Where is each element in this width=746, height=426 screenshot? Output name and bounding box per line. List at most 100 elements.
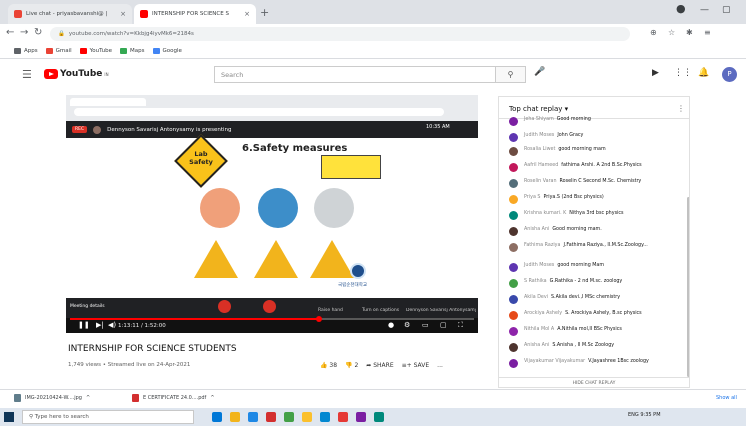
miniplayer-icon[interactable]: ▭	[422, 321, 429, 329]
taskbar-app-icon[interactable]	[302, 412, 312, 422]
chat-avatar[interactable]	[509, 327, 518, 336]
chat-author[interactable]: Judith Moses	[524, 133, 554, 138]
chat-author[interactable]: Fathima Raziya	[524, 243, 560, 248]
chat-author[interactable]: Jeha Shiyam	[524, 117, 554, 122]
create-video-icon[interactable]: ▶	[652, 68, 659, 78]
chat-avatar[interactable]	[509, 311, 518, 320]
chat-avatar[interactable]	[509, 163, 518, 172]
chat-author[interactable]: Aafril Hameed	[524, 163, 558, 168]
dislike-button[interactable]: 👎 2	[345, 362, 358, 369]
chat-avatar[interactable]	[509, 227, 518, 236]
taskbar-search[interactable]: ⚲ Type here to search	[22, 410, 194, 424]
chat-avatar[interactable]	[509, 211, 518, 220]
chat-avatar[interactable]	[509, 263, 518, 272]
bookmark-youtube[interactable]: YouTube	[79, 48, 112, 54]
bookmark-apps[interactable]: Apps	[14, 48, 38, 54]
share-button[interactable]: ➦ SHARE	[366, 362, 393, 369]
chat-avatar[interactable]	[509, 279, 518, 288]
captions-label: Turn on captions	[362, 308, 400, 313]
chevron-up-icon[interactable]: ^	[86, 395, 90, 401]
chat-avatar[interactable]	[509, 195, 518, 204]
menu-icon[interactable]: ☰	[22, 68, 32, 81]
apps-grid-icon[interactable]: ⋮⋮	[674, 68, 692, 78]
forward-icon[interactable]: →	[20, 27, 28, 38]
taskbar-app-icon[interactable]	[338, 412, 348, 422]
minimize-icon[interactable]: —	[700, 5, 709, 15]
tab-live-chat[interactable]: Live chat - priyasbavanshi@ | ×	[8, 4, 132, 24]
chat-author[interactable]: Anisha Ani	[524, 227, 549, 232]
chat-author[interactable]: Rosalia Liwet	[524, 147, 555, 152]
tab-internship[interactable]: INTERNSHIP FOR SCIENCE S ×	[134, 4, 256, 24]
bookmark-maps[interactable]: Maps	[120, 48, 145, 54]
download-item[interactable]: E CERTIFICATE 24.0....pdf ^	[132, 394, 215, 402]
chat-author[interactable]: Roselin Varan	[524, 179, 557, 184]
youtube-icon	[79, 48, 87, 54]
media-icon[interactable]: ≡	[704, 28, 711, 37]
chat-avatar[interactable]	[509, 117, 518, 126]
more-actions-button[interactable]: ...	[437, 362, 443, 369]
taskbar-app-icon[interactable]	[266, 412, 276, 422]
chat-header[interactable]: Top chat replay ▾	[499, 97, 689, 119]
youtube-logo[interactable]: YouTube IN	[44, 69, 109, 79]
settings-icon[interactable]: ⚙	[404, 321, 410, 329]
chat-author[interactable]: Arockiya Ashely	[524, 311, 562, 316]
fullscreen-icon[interactable]: ⛶	[458, 321, 463, 330]
save-button[interactable]: ≡+ SAVE	[402, 362, 430, 369]
chat-author[interactable]: S Rathika	[524, 279, 547, 284]
mic-icon[interactable]: 🎤	[534, 67, 545, 77]
taskbar-app-icon[interactable]	[356, 412, 366, 422]
maximize-icon[interactable]: ▢	[722, 5, 731, 15]
theater-icon[interactable]: ▢	[440, 321, 447, 329]
profile-dot-icon[interactable]: ●	[676, 2, 686, 15]
chat-author[interactable]: Krishna kumari. K	[524, 211, 566, 216]
extensions-icon[interactable]: ✱	[686, 28, 693, 37]
search-input[interactable]: Search	[214, 66, 496, 83]
translate-icon[interactable]: ⊕	[650, 28, 657, 37]
close-tab-icon[interactable]: ×	[120, 10, 126, 18]
chat-author[interactable]: Nithila Mol A	[524, 327, 554, 332]
more-vert-icon[interactable]: ⋮	[677, 104, 685, 113]
like-button[interactable]: 👍 38	[320, 362, 337, 369]
bookmark-google[interactable]: Google	[152, 48, 182, 54]
taskbar-app-icon[interactable]	[212, 412, 222, 422]
chat-avatar[interactable]	[509, 343, 518, 352]
taskbar-app-icon[interactable]	[248, 412, 258, 422]
bell-icon[interactable]: 🔔	[698, 68, 709, 78]
chat-avatar[interactable]	[509, 359, 518, 368]
close-tab-icon[interactable]: ×	[244, 10, 250, 18]
chat-author[interactable]: Anisha Ani	[524, 343, 549, 348]
chat-avatar[interactable]	[509, 243, 518, 252]
bookmark-gmail[interactable]: Gmail	[45, 48, 72, 54]
chat-author[interactable]: Akila Devi	[524, 295, 548, 300]
url-bar[interactable]: 🔒 youtube.com/watch?v=Kkbjg4iyvMk6=2184s	[50, 27, 630, 41]
chat-avatar[interactable]	[509, 147, 518, 156]
download-item[interactable]: IMG-20210424-W....jpg ^	[14, 394, 90, 402]
back-icon[interactable]: ←	[6, 27, 14, 38]
warning-hand-icon	[254, 240, 298, 278]
avatar[interactable]: P	[722, 67, 737, 82]
hide-chat-button[interactable]: HIDE CHAT REPLAY	[499, 377, 689, 387]
windows-start-icon[interactable]	[4, 412, 14, 422]
show-all-button[interactable]: Show all	[716, 395, 737, 401]
taskbar-app-icon[interactable]	[230, 412, 240, 422]
chat-author[interactable]: Vijayakumar Vijayakumar	[524, 359, 585, 364]
star-icon[interactable]: ☆	[668, 28, 675, 37]
volume-icon[interactable]: ◀)	[108, 321, 116, 329]
new-tab-button[interactable]: +	[260, 6, 269, 19]
search-button[interactable]: ⚲	[496, 66, 526, 83]
chevron-up-icon[interactable]: ^	[210, 395, 214, 401]
chat-avatar[interactable]	[509, 133, 518, 142]
chat-avatar[interactable]	[509, 295, 518, 304]
chat-message: Judith Moses good morning Mam	[509, 263, 681, 272]
chat-author[interactable]: Priya S	[524, 195, 540, 200]
reload-icon[interactable]: ↻	[34, 27, 42, 38]
taskbar-app-icon[interactable]	[320, 412, 330, 422]
video-player[interactable]: REC Dennyson Savarisj Antonysamy is pres…	[66, 95, 478, 333]
chat-author[interactable]: Judith Moses	[524, 263, 554, 268]
pause-icon[interactable]: ❚❚	[78, 321, 90, 329]
chat-scrollbar[interactable]	[687, 197, 689, 377]
taskbar-app-icon[interactable]	[284, 412, 294, 422]
chat-avatar[interactable]	[509, 179, 518, 188]
taskbar-app-icon[interactable]	[374, 412, 384, 422]
next-icon[interactable]: ▶|	[96, 321, 104, 329]
